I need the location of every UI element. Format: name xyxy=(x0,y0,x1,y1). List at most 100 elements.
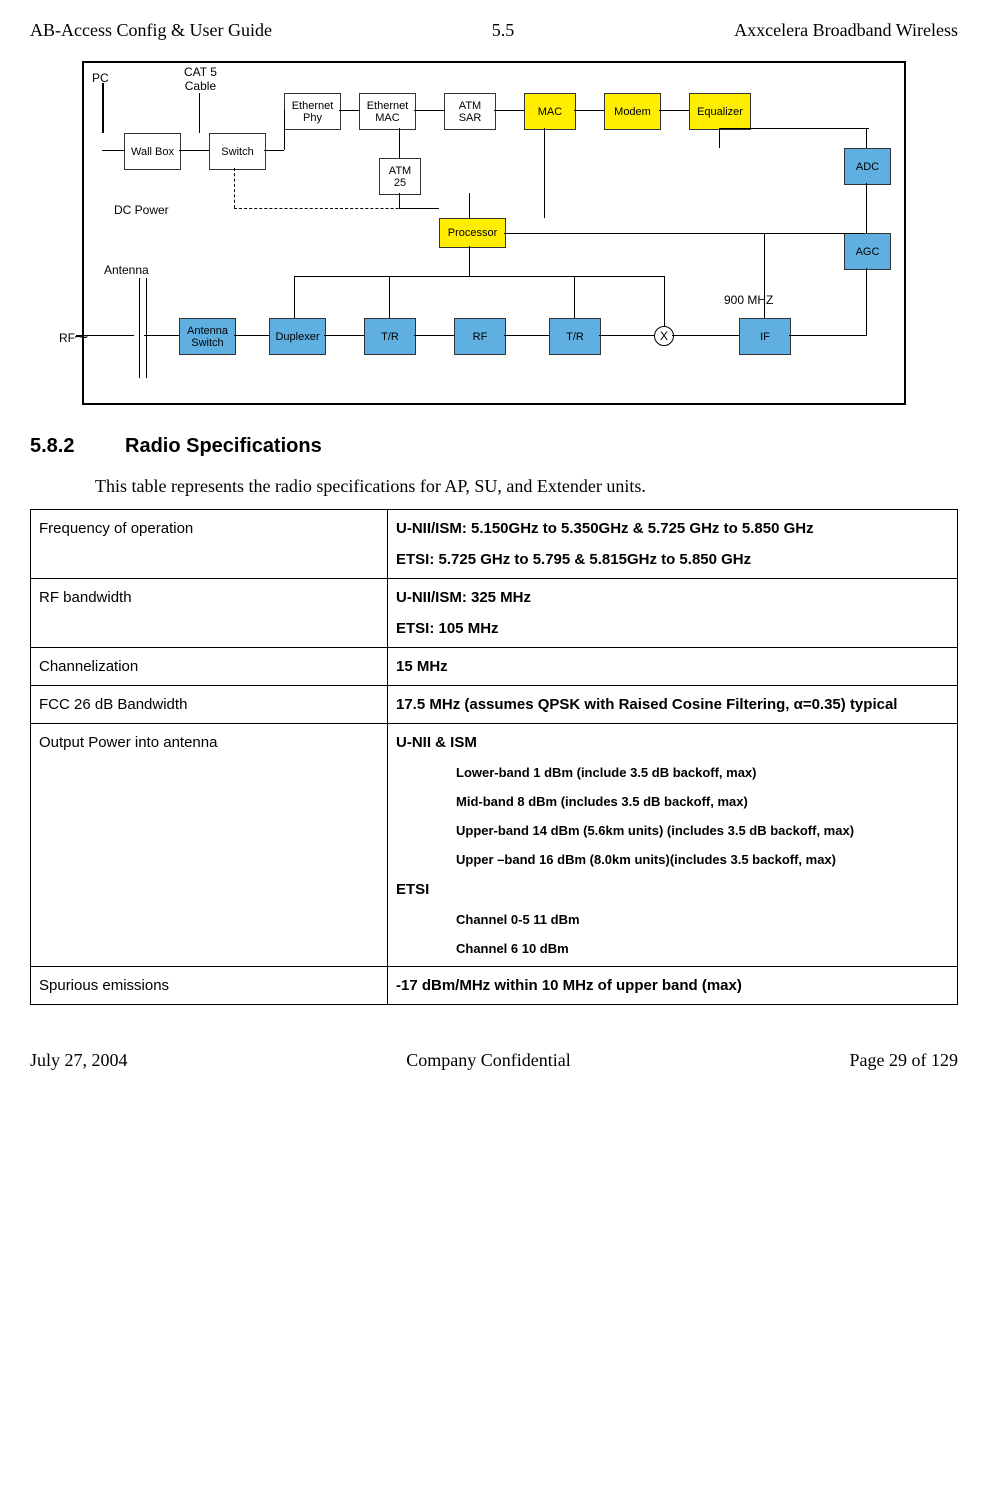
value-heading: ETSI xyxy=(396,881,949,898)
box-switch: Switch xyxy=(209,133,266,170)
box-atm-sar: ATM SAR xyxy=(444,93,496,130)
box-tr2: T/R xyxy=(549,318,601,355)
spec-value: U-NII/ISM: 5.150GHz to 5.350GHz & 5.725 … xyxy=(388,510,958,579)
line xyxy=(234,335,269,336)
line xyxy=(764,233,765,318)
box-tr1: T/R xyxy=(364,318,416,355)
box-wallbox: Wall Box xyxy=(124,133,181,170)
table-row: Channelization 15 MHz xyxy=(31,648,958,686)
line xyxy=(599,335,654,336)
line xyxy=(574,110,604,111)
footer-right: Page 29 of 129 xyxy=(850,1050,958,1071)
value-line: U-NII/ISM: 5.150GHz to 5.350GHz & 5.725 … xyxy=(396,520,949,537)
line xyxy=(264,150,284,151)
spec-label: Channelization xyxy=(31,648,388,686)
value-sub: Upper –band 16 dBm (8.0km units)(include… xyxy=(456,852,949,867)
line xyxy=(866,268,867,335)
line xyxy=(199,93,200,133)
line xyxy=(414,110,444,111)
label-900mhz: 900 MHZ xyxy=(724,293,773,307)
box-agc: AGC xyxy=(844,233,891,270)
antenna-pole xyxy=(139,278,147,378)
value-line: ETSI: 105 MHz xyxy=(396,620,949,637)
line xyxy=(574,276,575,318)
spec-value: U-NII/ISM: 325 MHz ETSI: 105 MHz xyxy=(388,579,958,648)
line xyxy=(324,335,364,336)
box-modem: Modem xyxy=(604,93,661,130)
line xyxy=(672,335,739,336)
value-line: ETSI: 5.725 GHz to 5.795 & 5.815GHz to 5… xyxy=(396,551,949,568)
line xyxy=(469,246,470,276)
box-processor: Processor xyxy=(439,218,506,248)
line xyxy=(144,335,179,336)
spec-label: Frequency of operation xyxy=(31,510,388,579)
page-footer: July 27, 2004 Company Confidential Page … xyxy=(30,1050,958,1071)
box-if: IF xyxy=(739,318,791,355)
value-heading: U-NII & ISM xyxy=(396,734,949,751)
spec-label: Output Power into antenna xyxy=(31,724,388,967)
value-sub: Mid-band 8 dBm (includes 3.5 dB backoff,… xyxy=(456,794,949,809)
spec-label: FCC 26 dB Bandwidth xyxy=(31,686,388,724)
line xyxy=(389,276,390,318)
label-cat5: CAT 5 Cable xyxy=(184,65,217,93)
line xyxy=(284,110,285,150)
table-row: Spurious emissions -17 dBm/MHz within 10… xyxy=(31,967,958,1005)
value-sub: Upper-band 14 dBm (5.6km units) (include… xyxy=(456,823,949,838)
value-sub: Lower-band 1 dBm (include 3.5 dB backoff… xyxy=(456,765,949,780)
box-equalizer: Equalizer xyxy=(689,93,751,130)
line xyxy=(399,128,400,158)
line xyxy=(469,193,470,218)
label-dcpower: DC Power xyxy=(114,203,169,217)
spec-label: Spurious emissions xyxy=(31,967,388,1005)
label-pc: PC xyxy=(92,71,109,85)
footer-center: Company Confidential xyxy=(406,1050,570,1071)
line xyxy=(339,110,359,111)
radio-spec-table: Frequency of operation U-NII/ISM: 5.150G… xyxy=(30,509,958,1005)
line xyxy=(399,193,400,208)
line xyxy=(719,128,869,129)
value-sub: Channel 0-5 11 dBm xyxy=(456,912,949,927)
line xyxy=(102,150,124,151)
header-left: AB-Access Config & User Guide xyxy=(30,20,272,41)
header-center: 5.5 xyxy=(492,20,515,41)
box-adc: ADC xyxy=(844,148,891,185)
line xyxy=(664,276,665,326)
value-sub: Channel 6 10 dBm xyxy=(456,941,949,956)
section-title: Radio Specifications xyxy=(125,435,322,457)
rf-zigzag-icon: ~ xyxy=(74,327,89,348)
section-intro: This table represents the radio specific… xyxy=(95,476,958,497)
page-header: AB-Access Config & User Guide 5.5 Axxcel… xyxy=(30,20,958,41)
spec-value: 15 MHz xyxy=(388,648,958,686)
table-row: Output Power into antenna U-NII & ISM Lo… xyxy=(31,724,958,967)
line xyxy=(504,233,864,234)
spec-value: -17 dBm/MHz within 10 MHz of upper band … xyxy=(388,967,958,1005)
line xyxy=(399,208,439,209)
label-antenna: Antenna xyxy=(104,263,149,277)
box-rf: RF xyxy=(454,318,506,355)
section-number: 5.8.2 xyxy=(30,435,125,458)
line xyxy=(234,168,236,208)
value-line: U-NII/ISM: 325 MHz xyxy=(396,589,949,606)
table-row: FCC 26 dB Bandwidth 17.5 MHz (assumes QP… xyxy=(31,686,958,724)
line xyxy=(494,110,524,111)
line xyxy=(414,335,454,336)
table-row: RF bandwidth U-NII/ISM: 325 MHz ETSI: 10… xyxy=(31,579,958,648)
mixer-x: X xyxy=(654,326,674,346)
line xyxy=(789,335,867,336)
line xyxy=(294,276,664,277)
footer-left: July 27, 2004 xyxy=(30,1050,128,1071)
box-ethernet-phy: Ethernet Phy xyxy=(284,93,341,130)
section-heading: 5.8.2Radio Specifications xyxy=(30,435,958,458)
line xyxy=(504,335,549,336)
box-mac: MAC xyxy=(524,93,576,130)
header-right: Axxcelera Broadband Wireless xyxy=(734,20,958,41)
line xyxy=(102,83,104,133)
box-atm25: ATM 25 xyxy=(379,158,421,195)
box-ethernet-mac: Ethernet MAC xyxy=(359,93,416,130)
line xyxy=(294,276,295,318)
line xyxy=(866,183,867,233)
table-row: Frequency of operation U-NII/ISM: 5.150G… xyxy=(31,510,958,579)
label-rf: RF xyxy=(59,331,75,345)
line xyxy=(719,128,720,148)
line xyxy=(544,128,545,218)
